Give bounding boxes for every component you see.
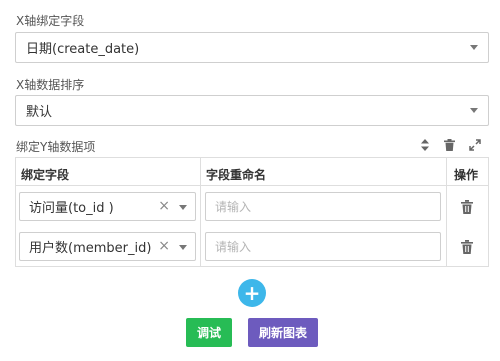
close-icon[interactable]: × xyxy=(158,238,170,254)
expand-icon[interactable] xyxy=(468,138,482,152)
row-field-select[interactable]: 访问量(to_id ) × xyxy=(19,192,196,221)
chevron-down-icon xyxy=(470,45,478,50)
trash-icon[interactable] xyxy=(461,200,473,214)
chevron-down-icon xyxy=(179,245,187,250)
y-items-label: 绑定Y轴数据项 xyxy=(16,140,96,154)
plus-icon: + xyxy=(243,281,261,305)
x-field-label: X轴绑定字段 xyxy=(16,14,85,28)
header-divider xyxy=(16,185,488,186)
close-icon[interactable]: × xyxy=(158,198,170,214)
row-rename-input[interactable] xyxy=(205,192,441,221)
x-field-select[interactable]: 日期(create_date) xyxy=(15,32,489,63)
chevron-down-icon xyxy=(470,108,478,113)
trash-icon[interactable] xyxy=(461,240,473,254)
x-sort-value: 默认 xyxy=(26,105,53,120)
add-row-button[interactable]: + xyxy=(238,279,266,307)
column-header-field: 绑定字段 xyxy=(21,168,70,182)
column-header-action: 操作 xyxy=(454,168,479,182)
x-sort-select[interactable]: 默认 xyxy=(15,95,489,126)
debug-button[interactable]: 调试 xyxy=(186,318,232,347)
row-rename-input[interactable] xyxy=(205,232,441,261)
trash-icon[interactable] xyxy=(442,138,456,152)
x-field-value: 日期(create_date) xyxy=(26,42,140,57)
row-field-value: 用户数(member_id) xyxy=(29,241,152,256)
x-sort-label: X轴数据排序 xyxy=(16,78,85,92)
sort-icon[interactable] xyxy=(418,138,432,152)
row-field-select[interactable]: 用户数(member_id) × xyxy=(19,232,196,261)
y-items-table: 绑定字段 字段重命名 操作 访问量(to_id ) × 用户数(member_i… xyxy=(15,157,489,267)
column-header-rename: 字段重命名 xyxy=(206,168,267,182)
column-divider xyxy=(200,158,201,266)
chevron-down-icon xyxy=(179,205,187,210)
column-divider xyxy=(446,158,447,266)
refresh-chart-button[interactable]: 刷新图表 xyxy=(248,318,318,347)
row-field-value: 访问量(to_id ) xyxy=(29,201,114,216)
